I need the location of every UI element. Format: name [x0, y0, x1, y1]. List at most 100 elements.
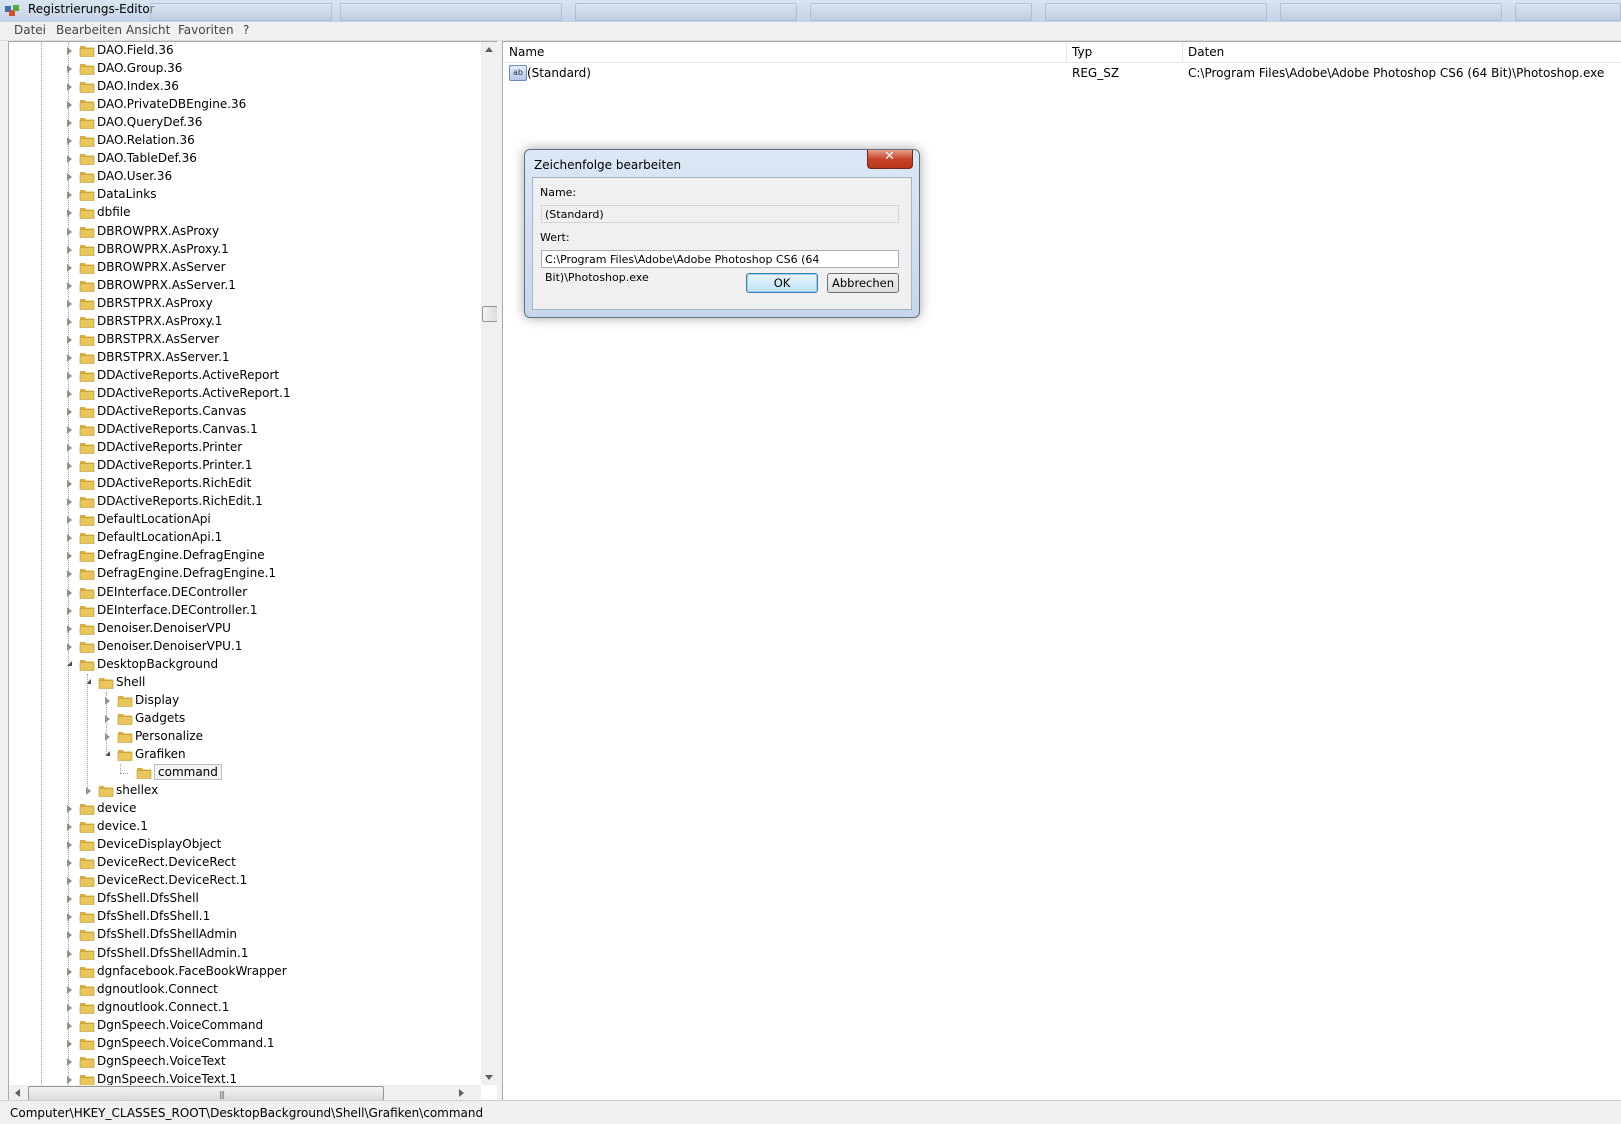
tree-item[interactable]: DefaultLocationApi [9, 511, 481, 529]
tree-item[interactable]: Shell [9, 674, 481, 692]
scroll-left-arrow-icon[interactable] [15, 1089, 20, 1097]
tree-vertical-scrollbar[interactable] [481, 42, 498, 1085]
expand-arrow-icon[interactable] [67, 462, 72, 470]
tree-item[interactable]: DAO.User.36 [9, 168, 481, 186]
tree-item[interactable]: Display [9, 692, 481, 710]
tree-item[interactable]: DataLinks [9, 186, 481, 204]
expand-arrow-icon[interactable] [67, 354, 72, 362]
tree-item[interactable]: DDActiveReports.Canvas.1 [9, 421, 481, 439]
expand-arrow-icon[interactable] [67, 516, 72, 524]
column-header-data[interactable]: Daten [1188, 45, 1224, 59]
expand-arrow-icon[interactable] [67, 47, 72, 55]
menu-item[interactable]: Datei [14, 23, 46, 37]
cancel-button[interactable]: Abbrechen [827, 273, 899, 293]
taskbar-item[interactable] [1045, 3, 1267, 21]
tree-item[interactable]: Grafiken [9, 746, 481, 764]
expand-arrow-icon[interactable] [67, 643, 72, 651]
tree-item[interactable]: DAO.QueryDef.36 [9, 114, 481, 132]
tree-item[interactable]: DAO.Relation.36 [9, 132, 481, 150]
column-divider[interactable] [1182, 42, 1183, 62]
tree-item[interactable]: DAO.Group.36 [9, 60, 481, 78]
expand-arrow-icon[interactable] [67, 173, 72, 181]
dialog-close-button[interactable]: ✕ [867, 149, 913, 169]
tree-item[interactable]: DDActiveReports.ActiveReport [9, 367, 481, 385]
taskbar-item[interactable] [810, 3, 1032, 21]
tree-item[interactable]: DesktopBackground [9, 656, 481, 674]
menu-item[interactable]: Favoriten [178, 23, 234, 37]
menu-item[interactable]: Bearbeiten [56, 23, 122, 37]
expand-arrow-icon[interactable] [67, 372, 72, 380]
expand-arrow-icon[interactable] [67, 300, 72, 308]
expand-arrow-icon[interactable] [67, 444, 72, 452]
tree-item[interactable]: DefaultLocationApi.1 [9, 529, 481, 547]
expand-arrow-icon[interactable] [67, 155, 72, 163]
expand-arrow-icon[interactable] [67, 950, 72, 958]
tree-item[interactable]: device.1 [9, 818, 481, 836]
expand-arrow-icon[interactable] [67, 931, 72, 939]
scroll-thumb[interactable] [482, 306, 498, 322]
expand-arrow-icon[interactable] [67, 228, 72, 236]
expand-arrow-icon[interactable] [67, 119, 72, 127]
expand-arrow-icon[interactable] [67, 336, 72, 344]
expand-arrow-icon[interactable] [67, 913, 72, 921]
key-tree[interactable]: DAO.Field.36 DAO.Group.36 DAO.Index.36 DAO.… [9, 42, 481, 1085]
expand-arrow-icon[interactable] [67, 498, 72, 506]
tree-item[interactable]: Denoiser.DenoiserVPU [9, 620, 481, 638]
tree-horizontal-scrollbar[interactable]: ||| [9, 1085, 481, 1101]
tree-item[interactable]: DAO.PrivateDBEngine.36 [9, 96, 481, 114]
scroll-down-arrow-icon[interactable] [485, 1075, 493, 1080]
tree-item[interactable]: DfsShell.DfsShell.1 [9, 908, 481, 926]
tree-item[interactable]: DfsShell.DfsShellAdmin [9, 926, 481, 944]
tree-item[interactable]: device [9, 800, 481, 818]
tree-item[interactable]: dbfile [9, 204, 481, 222]
expand-arrow-icon[interactable] [67, 570, 72, 578]
ok-button[interactable]: OK [746, 273, 818, 293]
tree-item[interactable]: dgnoutlook.Connect.1 [9, 999, 481, 1017]
tree-item[interactable]: DAO.Field.36 [9, 42, 481, 60]
expand-arrow-icon[interactable] [67, 1040, 72, 1048]
tree-item[interactable]: DBROWPRX.AsProxy [9, 223, 481, 241]
scroll-up-arrow-icon[interactable] [485, 47, 493, 52]
expand-arrow-icon[interactable] [67, 408, 72, 416]
tree-item[interactable]: command [9, 764, 481, 782]
expand-arrow-icon[interactable] [67, 877, 72, 885]
tree-item[interactable]: DDActiveReports.RichEdit [9, 475, 481, 493]
tree-item[interactable]: DgnSpeech.VoiceCommand.1 [9, 1035, 481, 1053]
expand-arrow-icon[interactable] [67, 209, 72, 217]
tree-item[interactable]: DDActiveReports.RichEdit.1 [9, 493, 481, 511]
tree-item[interactable]: DfsShell.DfsShell [9, 890, 481, 908]
expand-arrow-icon[interactable] [67, 480, 72, 488]
tree-item[interactable]: DefragEngine.DefragEngine.1 [9, 565, 481, 583]
tree-item[interactable]: DefragEngine.DefragEngine [9, 547, 481, 565]
expand-arrow-icon[interactable] [67, 589, 72, 597]
expand-arrow-icon[interactable] [67, 552, 72, 560]
expand-arrow-icon[interactable] [67, 318, 72, 326]
expand-arrow-icon[interactable] [67, 137, 72, 145]
tree-item[interactable]: DgnSpeech.VoiceText [9, 1053, 481, 1071]
value-input[interactable]: C:\Program Files\Adobe\Adobe Photoshop C… [541, 250, 899, 284]
tree-item[interactable]: DeviceRect.DeviceRect.1 [9, 872, 481, 890]
tree-item[interactable]: DBROWPRX.AsServer.1 [9, 277, 481, 295]
expand-arrow-icon[interactable] [67, 1058, 72, 1066]
tree-item[interactable]: dgnfacebook.FaceBookWrapper [9, 963, 481, 981]
tree-item[interactable]: DBRSTPRX.AsProxy [9, 295, 481, 313]
expand-arrow-icon[interactable] [67, 805, 72, 813]
expand-arrow-icon[interactable] [67, 282, 72, 290]
taskbar-item[interactable] [575, 3, 797, 21]
expand-arrow-icon[interactable] [67, 986, 72, 994]
taskbar-item[interactable] [1280, 3, 1502, 21]
expand-arrow-icon[interactable] [67, 841, 72, 849]
taskbar-item[interactable] [1515, 3, 1621, 21]
collapse-arrow-icon[interactable] [67, 661, 72, 666]
tree-item[interactable]: DBRSTPRX.AsProxy.1 [9, 313, 481, 331]
menu-item[interactable]: ? [243, 23, 249, 37]
expand-arrow-icon[interactable] [67, 426, 72, 434]
expand-arrow-icon[interactable] [67, 625, 72, 633]
tree-item[interactable]: DDActiveReports.Canvas [9, 403, 481, 421]
scroll-right-arrow-icon[interactable] [459, 1089, 464, 1097]
tree-item[interactable]: DEInterface.DEController [9, 584, 481, 602]
tree-item[interactable]: DBROWPRX.AsServer [9, 259, 481, 277]
tree-item[interactable]: Denoiser.DenoiserVPU.1 [9, 638, 481, 656]
tree-item[interactable]: DeviceRect.DeviceRect [9, 854, 481, 872]
column-header-name[interactable]: Name [509, 45, 544, 59]
